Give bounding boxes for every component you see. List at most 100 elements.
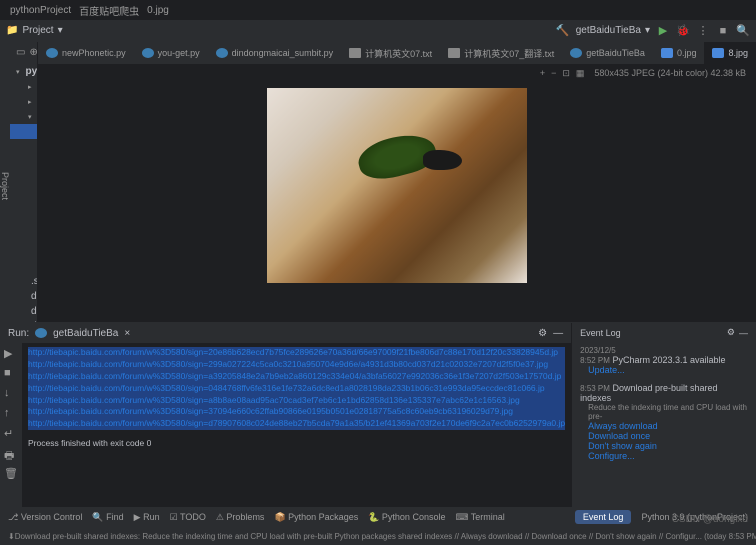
settings-icon[interactable]: ⚙ <box>538 328 547 339</box>
editor-tab[interactable]: 计算机英文07.txt <box>341 42 440 64</box>
console-link[interactable]: http://tiebapic.baidu.com/forum/w%3D580/… <box>28 406 565 418</box>
status-item[interactable]: 🔍 Find <box>92 512 123 523</box>
exit-code: Process finished with exit code 0 <box>28 438 565 450</box>
tree-file[interactable]: 8.jpg <box>10 244 38 259</box>
settings-icon[interactable]: ⚙ <box>727 327 735 338</box>
select-opened-icon[interactable]: ⊕ <box>29 47 37 58</box>
status-item[interactable]: 📦 Python Packages <box>274 512 358 523</box>
tree-file-selected[interactable]: 0.jpg <box>10 124 38 139</box>
image-content <box>267 88 527 283</box>
image-toolbar: + − ⊡ ▦ 580x435 JPEG (24-bit color) 42.3… <box>38 64 756 82</box>
tree-folder[interactable]: ▸有道翻译 <box>10 94 37 109</box>
event-link[interactable]: Download once <box>580 431 748 441</box>
project-tool-tab[interactable]: Project <box>0 42 10 322</box>
fit-icon[interactable]: ⊡ <box>562 68 570 79</box>
editor-tab[interactable]: getBaiduTieBa <box>562 42 653 64</box>
collapse-icon[interactable]: ▭ <box>16 47 25 58</box>
tree-file[interactable]: dindongmaicai_sumbit.py <box>10 304 37 319</box>
run-config-selector[interactable]: getBaiduTieBa ▾ <box>576 25 650 36</box>
project-tree: ▭ ⊕ ⚙ — ▾pythonProject ~/PycharmProjects… <box>10 42 38 322</box>
run-header: Run: getBaiduTieBa × ⚙ — <box>0 323 571 343</box>
down-icon[interactable]: ↓ <box>4 387 18 401</box>
tree-file[interactable]: 5.jpg <box>10 199 38 214</box>
search-icon[interactable]: 🔍 <box>736 24 750 38</box>
run-config-name: getBaiduTieBa <box>53 328 118 339</box>
notification-bar[interactable]: ⬇ Download pre-built shared indexes: Red… <box>0 527 756 545</box>
menu-item[interactable]: 0.jpg <box>147 5 169 16</box>
tree-header: ▭ ⊕ ⚙ — <box>10 42 37 62</box>
tree-file[interactable]: 4.jpg <box>10 184 38 199</box>
up-icon[interactable]: ↑ <box>4 407 18 421</box>
status-item[interactable]: ☑ TODO <box>170 512 206 523</box>
debug-icon[interactable]: 🐞 <box>676 24 690 38</box>
editor-tab[interactable]: 0.jpg <box>653 42 705 64</box>
event-log-header: Event Log⚙— <box>580 327 748 338</box>
status-item[interactable]: ⚠ Problems <box>216 512 265 523</box>
stop-icon[interactable]: ■ <box>716 24 730 38</box>
tree-file[interactable]: dindangxiehuan_sumbit.py <box>10 289 37 304</box>
console-link[interactable]: http://tiebapic.baidu.com/forum/w%3D580/… <box>28 359 565 371</box>
event-link[interactable]: Don't show again <box>580 441 748 451</box>
image-info: 580x435 JPEG (24-bit color) 42.38 kB <box>594 68 746 78</box>
tree-folder[interactable]: ▾百度贴吧爬虫 <box>10 109 37 124</box>
console-link[interactable]: http://tiebapic.baidu.com/forum/w%3D580/… <box>28 395 565 407</box>
console-link[interactable]: http://tiebapic.baidu.com/forum/w%3D580/… <box>28 347 565 359</box>
toolbar: 📁 Project ▾ 🔨 getBaiduTieBa ▾ ▶ 🐞 ⋮ ■ 🔍 <box>0 20 756 42</box>
status-item[interactable]: ⌨ Terminal <box>455 512 504 523</box>
run-panel: Run: getBaiduTieBa × ⚙ — ▶ ■ ↓ ↑ ↵ 🖶 🗑 h… <box>0 323 571 507</box>
editor-tab[interactable]: newPhonetic.py <box>38 42 134 64</box>
editor-tab[interactable]: dindongmaicai_sumbit.py <box>208 42 342 64</box>
event-desc: Reduce the indexing time and CPU load wi… <box>580 403 748 421</box>
editor-tab[interactable]: you-get.py <box>134 42 208 64</box>
stop-icon[interactable]: ■ <box>4 367 18 381</box>
tree-file[interactable]: 7.jpg <box>10 229 38 244</box>
tree-file[interactable]: getBaiduTieBa.py <box>10 259 38 274</box>
event-link[interactable]: Always download <box>580 421 748 431</box>
editor-tab[interactable]: 计算机英文07_翻译.txt <box>440 42 562 64</box>
hide-icon[interactable]: — <box>739 328 748 338</box>
project-selector[interactable]: 📁 Project ▾ <box>6 25 63 36</box>
wrap-icon[interactable]: ↵ <box>4 427 18 441</box>
tree-file[interactable]: .screenshot2022-0423_06-20-16-695761.png… <box>10 274 37 289</box>
watermark: CSDN @donglxd <box>672 514 748 525</box>
tree-file[interactable]: 6.jpg <box>10 214 38 229</box>
tree-file[interactable]: 3.jpg <box>10 169 38 184</box>
print-icon[interactable]: 🖶 <box>4 447 18 461</box>
tree-root[interactable]: ▾pythonProject ~/PycharmProjects/pythonP… <box>10 64 37 79</box>
tree-file[interactable]: 2.jpg <box>10 154 38 169</box>
tree-folder-venv[interactable]: ▸venv <box>10 79 37 94</box>
statusbar: ⎇ Version Control 🔍 Find ▶ Run ☑ TODO ⚠ … <box>0 507 756 527</box>
more-icon[interactable]: ⋮ <box>696 24 710 38</box>
rerun-icon[interactable]: ▶ <box>4 347 18 361</box>
image-viewer[interactable] <box>38 82 756 322</box>
hammer-icon[interactable]: 🔨 <box>556 24 570 38</box>
console-link[interactable]: http://tiebapic.baidu.com/forum/w%3D580/… <box>28 371 565 383</box>
status-item[interactable]: 🐍 Python Console <box>368 512 445 523</box>
menu-item[interactable]: pythonProject <box>10 5 71 16</box>
editor-area: newPhonetic.py you-get.py dindongmaicai_… <box>38 42 756 322</box>
zoom-in-icon[interactable]: + <box>540 68 545 79</box>
status-item[interactable]: ⎇ Version Control <box>8 512 82 523</box>
tree-file[interactable]: dindongmaicai_sumbit_best.py <box>10 319 37 322</box>
event-log-panel: Event Log⚙— 2023/12/5 8:52 PM PyCharm 20… <box>571 323 756 507</box>
menu-item[interactable]: 百度贴吧爬虫 <box>79 3 139 18</box>
tree-file[interactable]: 1.jpg <box>10 139 38 154</box>
zoom-out-icon[interactable]: − <box>551 68 556 79</box>
event-log-button[interactable]: Event Log <box>575 510 632 524</box>
menubar: pythonProject 百度贴吧爬虫 0.jpg <box>0 0 756 20</box>
console-link[interactable]: http://tiebapic.baidu.com/forum/w%3D580/… <box>28 383 565 395</box>
console-link[interactable]: http://tiebapic.baidu.com/forum/w%3D580/… <box>28 418 565 430</box>
run-gutter: ▶ ■ ↓ ↑ ↵ 🖶 🗑 <box>0 343 22 507</box>
hide-icon[interactable]: — <box>553 328 563 339</box>
grid-icon[interactable]: ▦ <box>576 68 585 79</box>
editor-tab-active[interactable]: 8.jpg <box>704 42 756 64</box>
run-icon[interactable]: ▶ <box>656 24 670 38</box>
console-output[interactable]: http://tiebapic.baidu.com/forum/w%3D580/… <box>22 343 571 507</box>
event-link[interactable]: Update... <box>580 365 748 375</box>
event-link[interactable]: Configure... <box>580 451 748 461</box>
event-title: PyCharm 2023.3.1 available <box>612 355 725 365</box>
trash-icon[interactable]: 🗑 <box>4 467 18 481</box>
editor-tabs: newPhonetic.py you-get.py dindongmaicai_… <box>38 42 756 64</box>
status-item[interactable]: ▶ Run <box>134 512 160 523</box>
event-date: 2023/12/5 <box>580 346 748 355</box>
